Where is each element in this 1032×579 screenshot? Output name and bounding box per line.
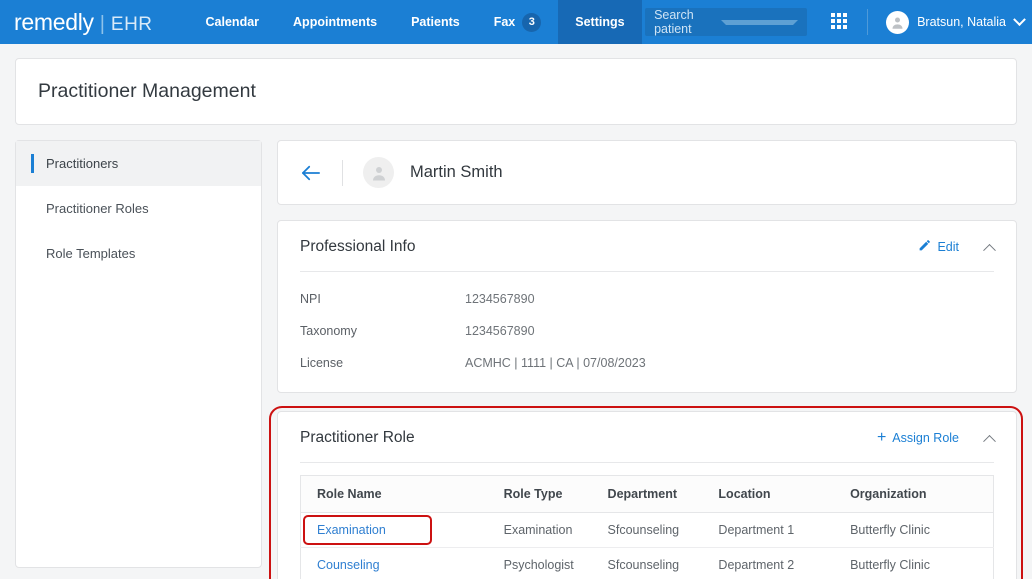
sidebar-item-practitioners[interactable]: Practitioners bbox=[16, 141, 261, 186]
nav-item-fax[interactable]: Fax 3 bbox=[477, 0, 559, 44]
practitioner-role-table-wrap: Role Name Role Type Department Location … bbox=[278, 463, 1016, 579]
cell-location: Department 1 bbox=[702, 512, 835, 548]
info-row: License ACMHC | 1111 | CA | 07/08/2023 bbox=[300, 356, 994, 370]
practitioner-role-header: Practitioner Role + Assign Role bbox=[278, 412, 1016, 462]
nav-item-appointments[interactable]: Appointments bbox=[276, 0, 394, 44]
logo-text-primary: remedly bbox=[14, 8, 94, 35]
cell-organization: Butterfly Clinic bbox=[850, 558, 930, 572]
sidebar-item-role-templates[interactable]: Role Templates bbox=[16, 231, 261, 276]
cell-role-name: Counseling bbox=[301, 548, 488, 579]
sidebar-item-practitioner-roles[interactable]: Practitioner Roles bbox=[16, 186, 261, 231]
navbar-right-cluster: Search patient Bratsun, Natalia bbox=[645, 0, 1026, 44]
column-header-organization[interactable]: Organization bbox=[834, 475, 994, 513]
cell-role-type: Examination bbox=[487, 512, 592, 548]
edit-button[interactable]: Edit bbox=[918, 239, 959, 255]
assign-role-button[interactable]: + Assign Role bbox=[877, 430, 959, 446]
app-logo[interactable]: remedly | EHR bbox=[14, 9, 153, 36]
cell-role-type: Psychologist bbox=[503, 558, 574, 572]
cell-department: Sfcounseling bbox=[591, 512, 703, 548]
role-link-counseling[interactable]: Counseling bbox=[317, 558, 380, 572]
sidebar-item-label: Role Templates bbox=[46, 246, 136, 261]
nav-item-settings[interactable]: Settings bbox=[558, 0, 642, 44]
nav-label: Settings bbox=[575, 15, 625, 29]
search-patient-input[interactable]: Search patient bbox=[645, 8, 808, 36]
user-avatar-icon bbox=[363, 157, 394, 188]
nav-label: Appointments bbox=[293, 15, 378, 29]
info-value: 1234567890 bbox=[465, 292, 535, 306]
page-body: Practitioner Management Practitioners Pr… bbox=[0, 44, 1032, 579]
navbar-divider bbox=[867, 9, 869, 35]
chevron-down-icon bbox=[721, 19, 799, 25]
professional-info-header: Professional Info Edit bbox=[278, 221, 1016, 271]
section-title: Practitioner Role bbox=[300, 429, 415, 446]
chevron-up-icon bbox=[983, 434, 996, 448]
sidebar-item-label: Practitioner Roles bbox=[46, 201, 149, 216]
collapse-professional-info-button[interactable] bbox=[983, 243, 996, 257]
grid-apps-icon[interactable] bbox=[831, 13, 849, 31]
chevron-down-icon bbox=[1013, 12, 1026, 26]
practitioner-header: Martin Smith bbox=[277, 140, 1017, 205]
logo-text-secondary: EHR bbox=[110, 13, 153, 35]
table-body: Examination Examination Sfcounseling Dep… bbox=[300, 512, 994, 579]
info-label: License bbox=[300, 356, 344, 370]
nav-label: Patients bbox=[411, 15, 460, 29]
search-placeholder: Search patient bbox=[654, 8, 694, 36]
column-header-department[interactable]: Department bbox=[591, 475, 703, 513]
role-link-examination[interactable]: Examination bbox=[303, 515, 432, 545]
pencil-icon bbox=[918, 239, 931, 255]
top-navbar: remedly | EHR Calendar Appointments Pati… bbox=[0, 0, 1032, 44]
user-menu[interactable]: Bratsun, Natalia bbox=[886, 10, 1026, 34]
professional-info-fields: NPI 1234567890 Taxonomy 1234567890 Licen… bbox=[278, 272, 1016, 392]
back-arrow-icon[interactable] bbox=[300, 164, 322, 182]
collapse-practitioner-role-button[interactable] bbox=[983, 434, 996, 448]
column-header-location[interactable]: Location bbox=[702, 475, 835, 513]
table-row: Counseling Psychologist Sfcounseling Dep… bbox=[301, 548, 994, 579]
main-nav: Calendar Appointments Patients Fax 3 Set… bbox=[189, 0, 642, 44]
practitioner-name: Martin Smith bbox=[410, 163, 503, 181]
info-value: ACMHC | 1111 | CA | 07/08/2023 bbox=[465, 356, 646, 370]
column-header-role-type[interactable]: Role Type bbox=[487, 475, 592, 513]
professional-info-card: Professional Info Edit NPI 1234567890 Ta… bbox=[277, 220, 1017, 393]
edit-label: Edit bbox=[937, 240, 959, 254]
nav-label: Calendar bbox=[205, 15, 260, 29]
nav-item-calendar[interactable]: Calendar bbox=[189, 0, 277, 44]
page-title-card: Practitioner Management bbox=[15, 58, 1017, 125]
settings-sidebar: Practitioners Practitioner Roles Role Te… bbox=[15, 140, 262, 568]
cell-location: Department 2 bbox=[718, 558, 795, 572]
info-value: 1234567890 bbox=[465, 324, 535, 338]
info-label: Taxonomy bbox=[300, 324, 357, 338]
fax-count-badge: 3 bbox=[522, 12, 542, 32]
plus-icon: + bbox=[876, 429, 887, 446]
assign-role-label: Assign Role bbox=[892, 431, 959, 445]
cell-organization: Butterfly Clinic bbox=[834, 512, 994, 548]
section-title: Professional Info bbox=[300, 238, 416, 255]
main-content: Martin Smith Professional Info Edit NPI … bbox=[269, 140, 1023, 579]
chevron-up-icon bbox=[983, 243, 996, 257]
nav-label: Fax bbox=[493, 15, 516, 29]
header-divider bbox=[342, 159, 343, 186]
info-row: Taxonomy 1234567890 bbox=[300, 324, 994, 338]
column-header-role-name[interactable]: Role Name bbox=[300, 475, 488, 513]
cell-role-name: Examination bbox=[300, 512, 488, 548]
nav-item-patients[interactable]: Patients bbox=[394, 0, 477, 44]
table-row: Examination Examination Sfcounseling Dep… bbox=[300, 512, 994, 548]
logo-separator: | bbox=[99, 12, 105, 35]
content-row: Practitioners Practitioner Roles Role Te… bbox=[15, 140, 1023, 579]
table-header: Role Name Role Type Department Location … bbox=[300, 475, 994, 513]
sidebar-item-label: Practitioners bbox=[46, 156, 119, 171]
practitioner-role-table: Role Name Role Type Department Location … bbox=[300, 475, 994, 579]
user-avatar-icon bbox=[886, 10, 910, 34]
info-label: NPI bbox=[300, 292, 321, 306]
page-title: Practitioner Management bbox=[38, 80, 256, 102]
practitioner-role-card: Practitioner Role + Assign Role Role Nam… bbox=[269, 406, 1023, 579]
info-row: NPI 1234567890 bbox=[300, 292, 994, 306]
user-name-label: Bratsun, Natalia bbox=[917, 15, 1006, 29]
cell-department: Sfcounseling bbox=[607, 558, 680, 572]
table-header-row: Role Name Role Type Department Location … bbox=[300, 475, 994, 513]
